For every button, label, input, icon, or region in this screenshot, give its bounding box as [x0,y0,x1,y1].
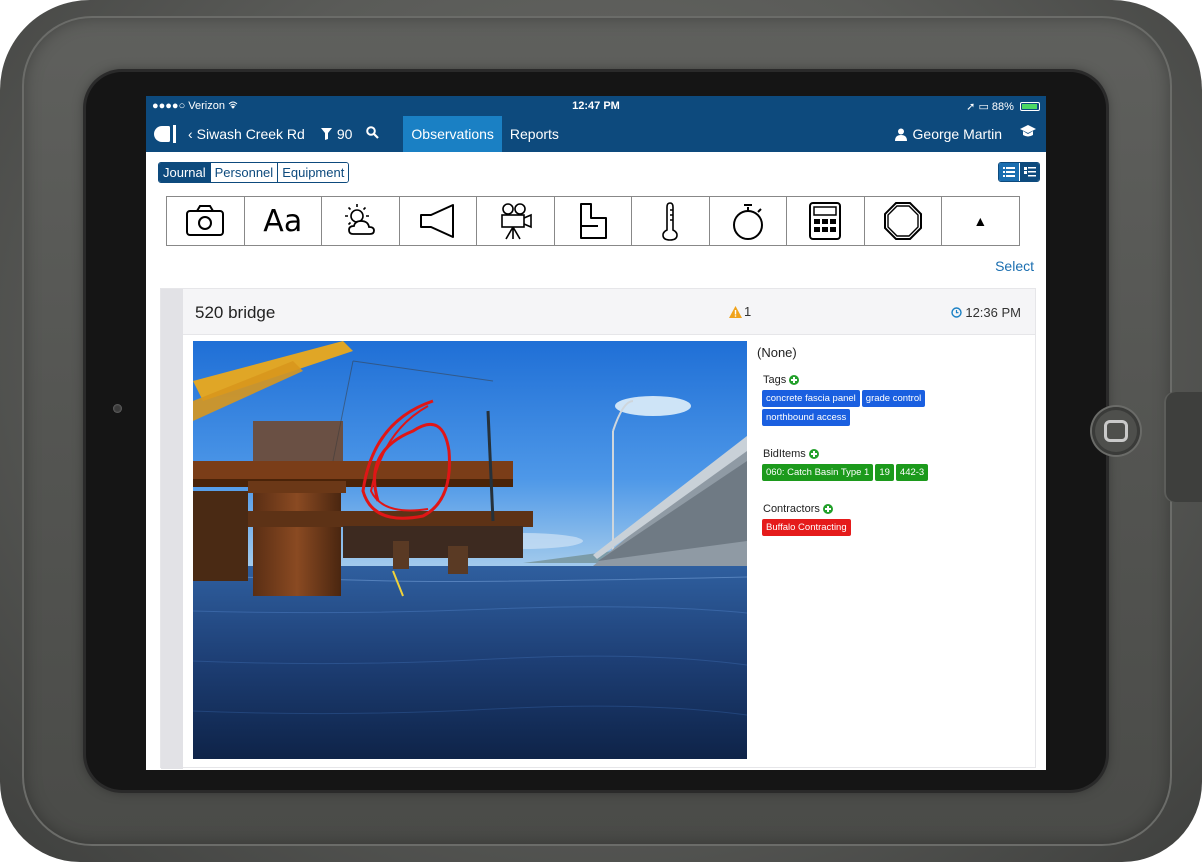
collapse-toolbar-button[interactable]: ▲ [941,196,1020,246]
tab-observations[interactable]: Observations [403,116,502,152]
chevron-left-icon: ‹ [188,126,193,142]
add-calculation-button[interactable] [786,196,865,246]
user-name: George Martin [912,126,1002,142]
observation-time: 12:36 PM [951,305,1021,320]
tag-list: concrete fascia panel grade control nort… [762,390,982,426]
contractor-chip[interactable]: Buffalo Contracting [762,519,851,536]
octagon-icon [883,202,922,240]
view-toggle [998,162,1040,182]
list-detail-icon[interactable] [1019,163,1039,181]
home-button[interactable] [1104,420,1128,442]
entry-type-toolbar: Aa ▲ [166,196,1020,246]
add-stop-button[interactable] [863,196,942,246]
segment-equipment[interactable]: Equipment [277,163,349,182]
observation-header: 520 bridge 1 12:36 PM [183,289,1035,335]
video-camera-icon [501,203,533,240]
user-menu[interactable]: George Martin [894,116,1002,152]
triangle-up-icon: ▲ [973,213,988,229]
add-biditem-icon[interactable] [808,449,819,459]
observation-photo[interactable] [193,341,747,759]
observation-details: (None) Tags concrete fascia panel grade … [757,345,1037,558]
contractor-list: Buffalo Contracting [762,519,982,536]
observation-card[interactable]: 520 bridge 1 12:36 PM (None) Tags concre… [160,288,1036,769]
tag-chip[interactable]: northbound access [762,409,851,426]
location-icon: ➚ [966,100,976,113]
tutorial-button[interactable] [1020,125,1036,142]
biditem-chip[interactable]: 19 [875,464,894,481]
stopwatch-icon [732,204,763,240]
add-temperature-button[interactable] [631,196,710,246]
add-photo-button[interactable] [166,196,245,246]
clock-icon [951,307,963,318]
status-time: 12:47 PM [572,100,620,112]
app-screen: ●●●●○ Verizon 12:47 PM ➚ ▭ 88% ‹ Siwash … [146,96,1046,770]
warning-badge[interactable]: 1 [729,304,751,319]
tab-reports[interactable]: Reports [502,116,567,152]
tag-chip[interactable]: concrete fascia panel [762,390,860,407]
user-icon [894,128,907,141]
biditems-label: BidItems [763,448,1037,460]
carrier-label: ●●●●○ Verizon [152,100,238,112]
biditem-chip[interactable]: 060: Catch Basin Type 1 [762,464,874,481]
add-announcement-button[interactable] [398,196,477,246]
text-icon: Aa [263,203,303,239]
status-right: ➚ ▭ 88% [966,100,1040,113]
camera-dot [113,404,122,413]
card-drag-strip[interactable] [161,289,183,769]
search-icon [366,126,380,139]
calculator-icon [809,202,842,240]
add-timer-button[interactable] [708,196,787,246]
add-tag-icon[interactable] [789,375,800,385]
add-weather-button[interactable] [321,196,400,246]
weather-icon [345,204,376,235]
case-side-tab [1164,392,1202,502]
add-contractor-icon[interactable] [822,504,833,514]
graduation-cap-icon [1020,125,1036,137]
camera-icon [186,205,225,236]
tag-chip[interactable]: grade control [861,390,926,407]
biditem-list: 060: Catch Basin Type 1 19 442-3 [762,464,982,481]
segment-personnel[interactable]: Personnel [209,163,278,182]
filter-button[interactable]: 90 [320,126,352,142]
battery-icon [1020,102,1040,112]
wifi-icon [228,100,238,112]
add-text-button[interactable]: Aa [243,196,322,246]
back-button[interactable]: ‹ Siwash Creek Rd [188,126,305,142]
megaphone-icon [419,204,454,238]
segment-row: Journal Personnel Equipment [146,152,1046,186]
warning-icon [729,305,742,318]
add-inspection-button[interactable] [553,196,632,246]
thermometer-icon [662,202,679,241]
screen-lock-icon: ▭ [978,100,989,113]
tags-label: Tags [763,374,1037,386]
journal-segment-control: Journal Personnel Equipment [158,162,350,183]
list-icon[interactable] [999,163,1019,181]
filter-icon [320,128,332,140]
contractors-label: Contractors [763,503,1037,515]
add-video-button[interactable] [476,196,555,246]
biditem-chip[interactable]: 442-3 [895,464,929,481]
search-button[interactable] [366,126,380,142]
observation-description: (None) [757,345,797,360]
select-link[interactable]: Select [995,258,1034,274]
observation-title: 520 bridge [195,303,276,322]
status-bar: ●●●●○ Verizon 12:47 PM ➚ ▭ 88% [146,96,1046,116]
nav-bar: ‹ Siwash Creek Rd 90 Observations Report… [146,116,1046,152]
segment-journal[interactable]: Journal [159,163,210,182]
observation-body: (None) Tags concrete fascia panel grade … [183,335,1035,767]
inspection-icon [579,203,607,239]
app-logo-icon[interactable] [154,124,178,144]
